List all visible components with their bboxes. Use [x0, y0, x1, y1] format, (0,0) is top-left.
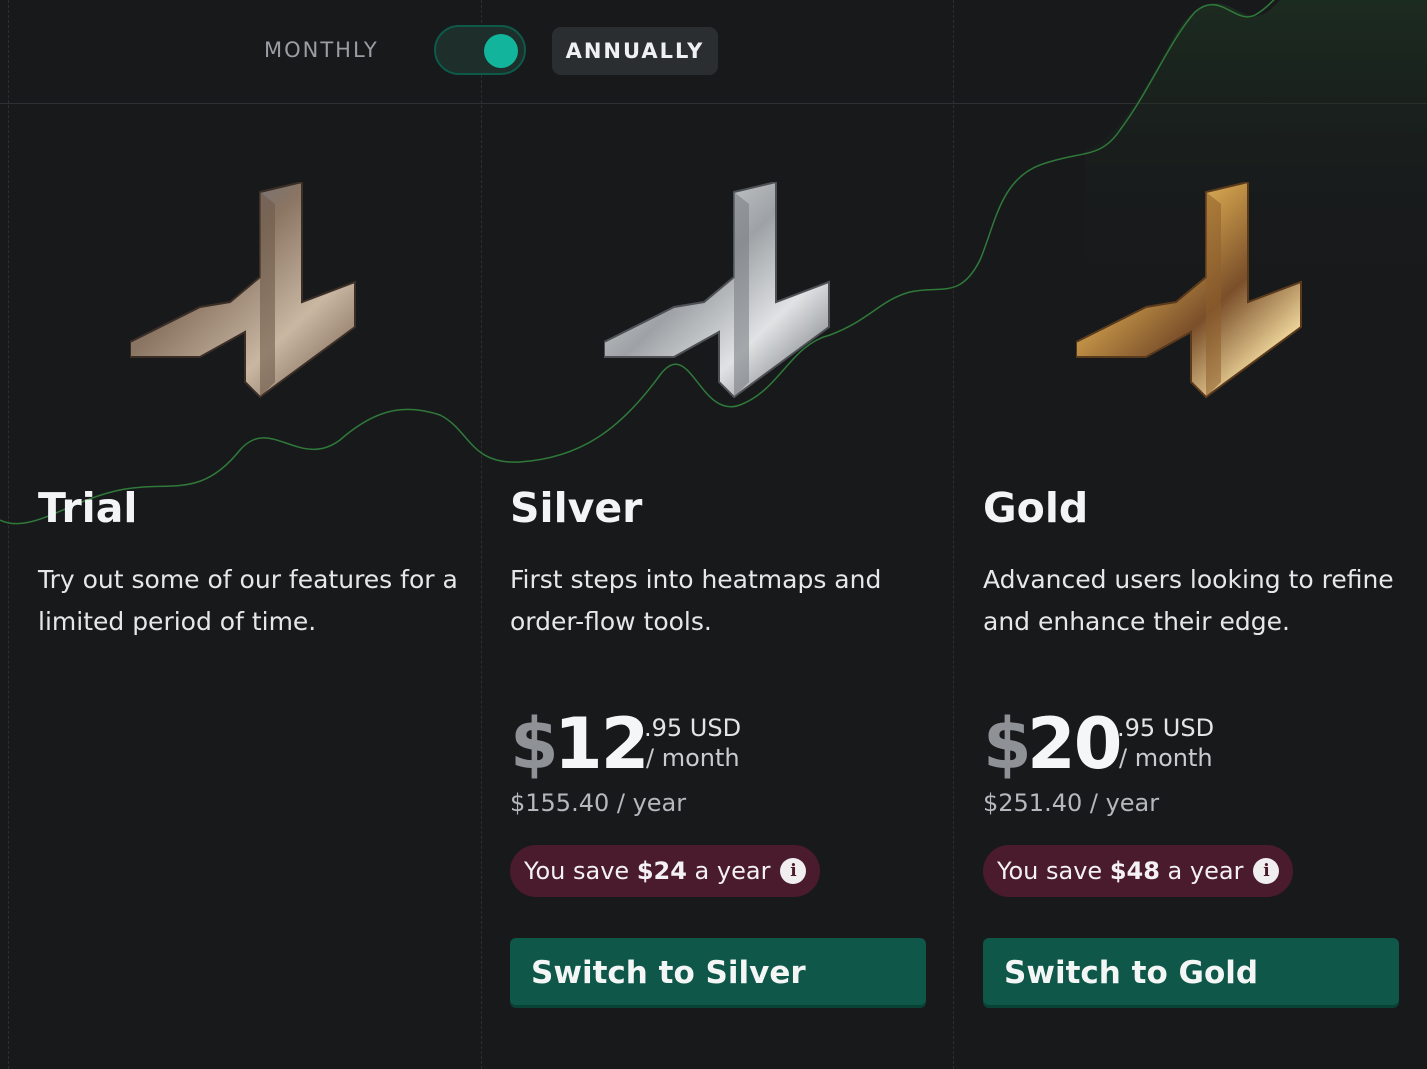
column-divider [481, 0, 482, 1069]
switch-knob [484, 34, 518, 68]
price-period: / month [646, 744, 740, 772]
switch-to-silver-button[interactable]: Switch to Silver [510, 938, 926, 1008]
annually-option[interactable]: ANNUALLY [552, 27, 718, 75]
billing-toggle: MONTHLY ANNUALLY [0, 0, 1427, 103]
billing-period-switch[interactable] [434, 25, 526, 75]
column-divider [953, 0, 954, 1069]
silver-logo-icon [603, 180, 844, 402]
monthly-option[interactable]: MONTHLY [264, 38, 379, 62]
price-currency-symbol: $ [983, 703, 1032, 785]
plan-name: Gold [983, 484, 1089, 532]
plan-description: Try out some of our features for a limit… [38, 565, 458, 636]
plan-name: Trial [38, 484, 138, 532]
price-period: / month [1119, 744, 1213, 772]
price-yearly: $251.40 / year [983, 789, 1160, 817]
plan-card-gold: Gold Advanced users looking to refine an… [983, 104, 1423, 1069]
gold-logo-icon [1075, 180, 1316, 402]
plan-card-silver: Silver First steps into heatmaps and ord… [510, 104, 950, 1069]
switch-to-gold-button[interactable]: Switch to Gold [983, 938, 1399, 1008]
savings-text: You save $24 a year [524, 857, 771, 885]
price-integer: 20 [1027, 703, 1122, 785]
price-currency-symbol: $ [510, 703, 559, 785]
plan-description: Advanced users looking to refine and enh… [983, 565, 1394, 636]
plan-description: First steps into heatmaps and order-flow… [510, 565, 882, 636]
savings-badge: You save $48 a year i [983, 845, 1294, 897]
plan-name: Silver [510, 484, 643, 532]
price-yearly: $155.40 / year [510, 789, 687, 817]
price-integer: 12 [554, 703, 649, 785]
info-icon[interactable]: i [780, 858, 807, 884]
price-decimal: .95 USD [1117, 714, 1215, 742]
price-decimal: .95 USD [644, 714, 742, 742]
info-icon[interactable]: i [1253, 858, 1280, 884]
savings-text: You save $48 a year [997, 857, 1244, 885]
wood-logo-icon [129, 180, 370, 402]
column-divider [8, 0, 9, 1069]
plan-card-trial: Trial Try out some of our features for a… [38, 104, 478, 1069]
savings-badge: You save $24 a year i [510, 845, 821, 897]
